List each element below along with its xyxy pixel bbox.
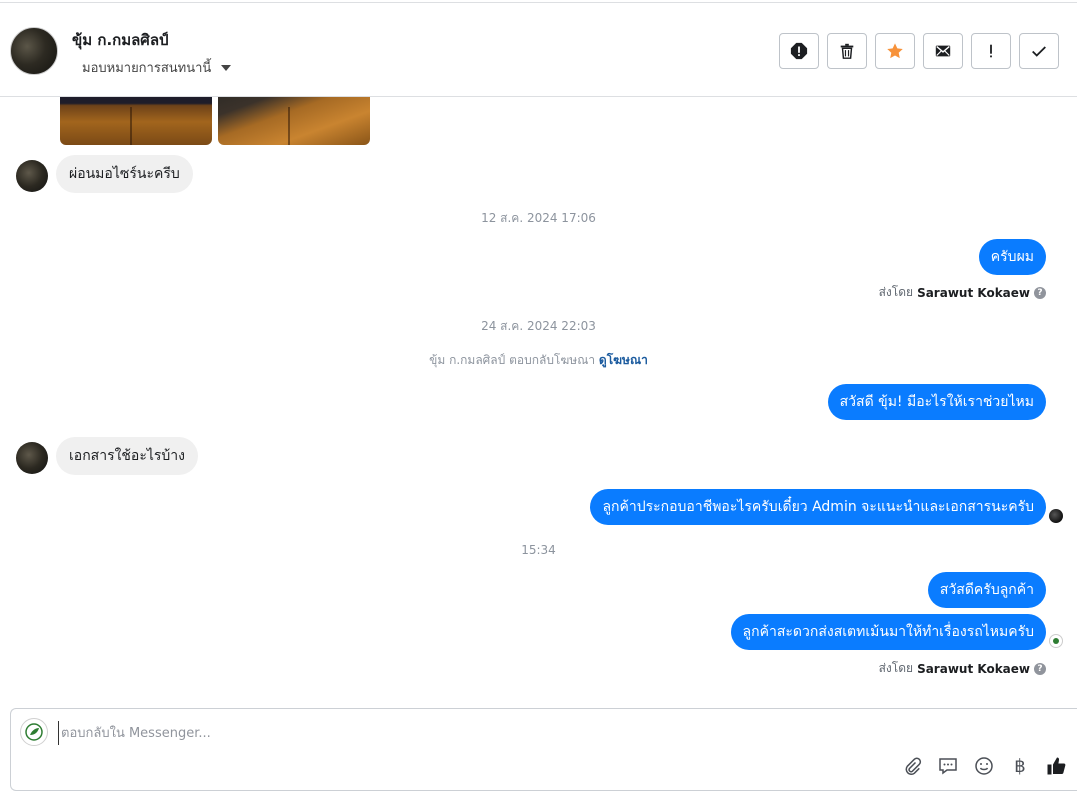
outgoing-message[interactable]: สวัสดี ขุ้ม! มีอะไรให้เราช่วยไหม [827, 384, 1046, 420]
saved-replies-button[interactable] [937, 755, 959, 777]
timestamp: 15:34 [521, 543, 556, 557]
incoming-message[interactable]: เอกสารใช้อะไรบ้าง [56, 437, 199, 475]
leaf-logo-icon [25, 723, 43, 741]
star-button[interactable] [875, 33, 915, 69]
reply-input[interactable] [58, 721, 958, 745]
sent-by-label: ส่งโดย Sarawut Kokaew ? [879, 659, 1046, 678]
ad-reply-text: ขุ้ม ก.กมลศิลป์ ตอบกลับโฆษณา [429, 353, 596, 367]
alert-icon [790, 42, 808, 60]
trash-icon [840, 43, 854, 59]
emoji-icon [975, 757, 993, 775]
sent-by-name: Sarawut Kokaew [917, 661, 1030, 676]
outgoing-message[interactable]: ครับผม [978, 239, 1046, 275]
mark-done-button[interactable] [1019, 33, 1059, 69]
outgoing-message[interactable]: สวัสดีครับลูกค้า [927, 572, 1046, 608]
view-ad-link[interactable]: ดูโฆษณา [599, 353, 648, 367]
sent-by-prefix: ส่งโดย [878, 285, 914, 299]
delete-button[interactable] [827, 33, 867, 69]
composer-tools: ฿ [901, 755, 1067, 777]
mail-icon [935, 45, 951, 57]
contact-avatar-small [16, 442, 48, 474]
payment-button[interactable]: ฿ [1009, 755, 1031, 777]
contact-avatar[interactable] [10, 27, 58, 75]
thumbs-up-icon [1047, 757, 1066, 775]
contact-name[interactable]: ขุ้ม ก.กมลศิลป์ [72, 28, 169, 52]
exclamation-icon [990, 44, 992, 58]
attach-button[interactable] [901, 755, 923, 777]
assign-label: มอบหมายการสนทนานี้ [82, 61, 212, 76]
help-icon[interactable]: ? [1034, 286, 1046, 299]
help-icon[interactable]: ? [1034, 662, 1046, 675]
like-button[interactable] [1045, 755, 1067, 777]
timestamp: 12 ส.ค. 2024 17:06 [481, 211, 596, 225]
mark-unread-button[interactable] [923, 33, 963, 69]
chat-icon [939, 758, 957, 775]
page-logo-avatar [20, 718, 48, 746]
star-icon [887, 43, 903, 59]
message-photo-2[interactable] [218, 97, 370, 145]
outgoing-message[interactable]: ลูกค้าสะดวกส่งสเตทเม้นมาให้ทำเรื่องรถไหม… [730, 614, 1046, 650]
baht-icon: ฿ [1014, 755, 1026, 777]
paperclip-icon [905, 757, 922, 776]
message-list[interactable]: ผ่อนมอไซร์นะครีบ 12 ส.ค. 2024 17:06 ครับ… [0, 97, 1077, 707]
assign-conversation-dropdown[interactable]: มอบหมายการสนทนานี้ [82, 57, 232, 78]
incoming-message[interactable]: ผ่อนมอไซร์นะครีบ [56, 155, 193, 193]
sent-by-name: Sarawut Kokaew [917, 285, 1030, 300]
ad-reply-notice: ขุ้ม ก.กมลศิลป์ ตอบกลับโฆษณา ดูโฆษณา [0, 351, 1077, 370]
check-icon [1032, 46, 1046, 57]
contact-avatar-small [16, 160, 48, 192]
reply-composer: ฿ [10, 708, 1077, 791]
read-receipt-avatar [1049, 509, 1063, 523]
emoji-button[interactable] [973, 755, 995, 777]
mark-spam-button[interactable] [779, 33, 819, 69]
caret-down-icon [221, 64, 232, 71]
conversation-header: ขุ้ม ก.กมลศิลป์ มอบหมายการสนทนานี้ [0, 2, 1077, 97]
message-photo-1[interactable] [60, 97, 212, 145]
page-logo-receipt [1049, 634, 1063, 648]
follow-up-button[interactable] [971, 33, 1011, 69]
outgoing-message[interactable]: ลูกค้าประกอบอาชีพอะไรครับเดี๋ยว Admin จะ… [590, 489, 1046, 525]
timestamp: 24 ส.ค. 2024 22:03 [481, 319, 596, 333]
sent-by-label: ส่งโดย Sarawut Kokaew ? [879, 283, 1046, 302]
conversation-toolbar [779, 33, 1059, 69]
sent-by-prefix: ส่งโดย [878, 661, 914, 675]
